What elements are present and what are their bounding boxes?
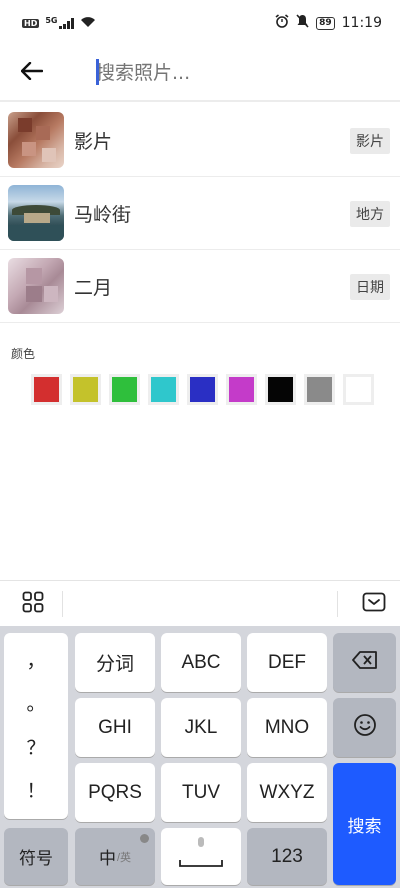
key-def[interactable]: DEF [247,633,327,692]
punct-key-question[interactable]: ？ [26,738,45,758]
suggestion-label: 影片 [74,130,113,153]
color-swatch-white[interactable] [343,374,374,405]
key-ghi[interactable]: GHI [75,698,155,757]
key-fenci[interactable]: 分词 [75,633,155,692]
color-swatches [31,374,374,405]
suggestion-tag: 地方 [350,201,390,227]
search-input[interactable] [96,58,376,88]
punct-key-period[interactable]: 。 [26,694,45,714]
color-swatch-gray[interactable] [304,374,335,405]
suggestion-label: 二月 [74,276,113,299]
key-wxyz[interactable]: WXYZ [247,763,327,822]
clock: 11:19 [341,15,382,31]
suggestion-thumbnail [8,112,64,168]
color-swatch-black[interactable] [265,374,296,405]
search-key[interactable]: 搜索 [333,763,396,885]
toolbar-divider [62,591,63,617]
mute-icon [296,14,309,32]
grid-menu-icon[interactable] [22,591,44,617]
alarm-icon [275,14,289,32]
status-bar: HD 5G 89 11:19 [0,0,400,46]
color-swatch-red[interactable] [31,374,62,405]
search-header [0,46,400,102]
signal-icon [59,17,74,29]
suggestion-label: 马岭街 [74,203,132,226]
indicator-dot [140,834,149,843]
wifi-icon [80,16,96,31]
status-left: HD 5G [22,16,96,31]
key-mno[interactable]: MNO [247,698,327,757]
back-button[interactable] [0,45,64,101]
text-caret [96,59,99,85]
suggestion-tag: 日期 [350,274,390,300]
punct-key-exclaim[interactable]: ！ [26,781,45,801]
key-abc[interactable]: ABC [161,633,241,692]
color-swatch-yellow[interactable] [70,374,101,405]
lang-main-label: 中 [98,849,116,868]
color-swatch-green[interactable] [109,374,140,405]
suggestion-thumbnail [8,258,64,314]
keyboard: ， 。 ？ ！ 分词 ABC DEF GHI JKL MNO PQRS TUV … [0,626,400,888]
key-jkl[interactable]: JKL [161,698,241,757]
backspace-key[interactable] [333,633,396,692]
suggestion-row-place[interactable]: 马岭街 地方 [0,177,400,250]
key-tuv[interactable]: TUV [161,763,241,822]
suggestion-list: 影片 影片 马岭街 地方 二月 日期 [0,104,400,323]
battery-indicator: 89 [316,16,335,30]
color-swatch-cyan[interactable] [148,374,179,405]
color-swatch-blue[interactable] [187,374,218,405]
suggestion-row-video[interactable]: 影片 影片 [0,104,400,177]
back-arrow-icon [20,61,44,84]
language-key[interactable]: 中/英 [75,828,155,885]
hide-keyboard-icon[interactable] [362,592,386,616]
keyboard-toolbar [0,580,400,626]
colors-title: 颜色 [11,347,36,361]
numbers-key[interactable]: 123 [247,828,327,885]
space-bar-icon [179,851,223,873]
hd-badge: HD [22,18,40,28]
symbols-key[interactable]: 符号 [4,828,68,885]
emoji-key[interactable] [333,698,396,757]
punctuation-column: ， 。 ？ ！ [4,633,68,819]
toolbar-divider [337,591,338,617]
status-right: 89 11:19 [275,14,382,32]
smiley-icon [353,713,377,743]
backspace-icon [351,650,378,675]
suggestion-tag: 影片 [350,128,390,154]
suggestion-thumbnail [8,185,64,241]
network-type: 5G [45,15,58,25]
space-key[interactable] [161,828,241,885]
suggestion-row-date[interactable]: 二月 日期 [0,250,400,323]
key-pqrs[interactable]: PQRS [75,763,155,822]
color-swatch-magenta[interactable] [226,374,257,405]
lang-sub-label: /英 [116,851,132,864]
punct-key-comma[interactable]: ， [26,651,45,671]
